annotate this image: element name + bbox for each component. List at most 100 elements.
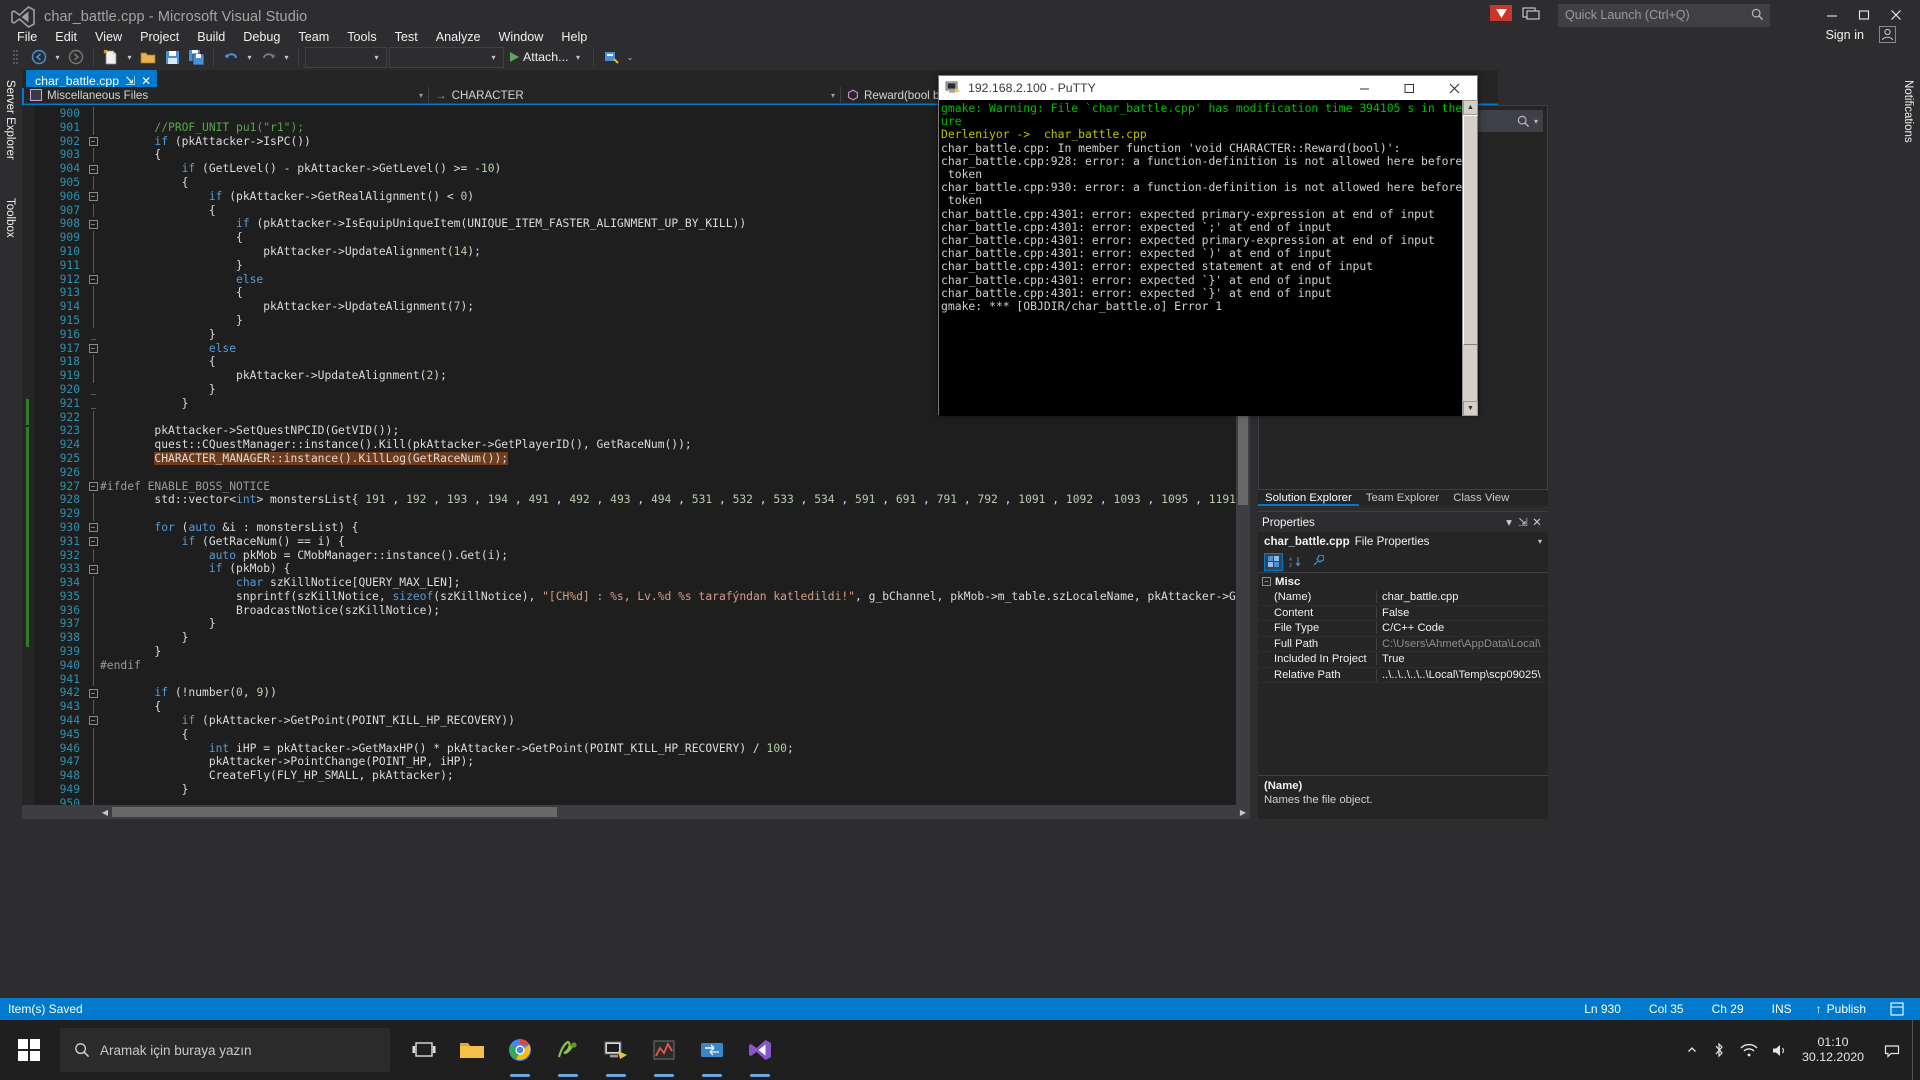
close-button[interactable] xyxy=(1880,2,1912,28)
account-icon[interactable] xyxy=(1879,26,1896,43)
fold-marker[interactable]: − xyxy=(86,535,100,549)
editor-horizontal-scrollbar-thumb[interactable] xyxy=(112,807,557,817)
new-project-button[interactable] xyxy=(100,46,122,68)
sidebar-item-notifications[interactable]: Notifications xyxy=(1898,74,1918,149)
navigate-backward-button[interactable] xyxy=(28,46,50,68)
fold-marker[interactable]: − xyxy=(86,562,100,576)
code-line[interactable]: snprintf(szKillNotice, sizeof(szKillNoti… xyxy=(100,590,1250,604)
property-value[interactable]: C:\Users\Ahmet\AppData\Local\ xyxy=(1376,637,1548,650)
solution-config-combo[interactable]: ▾ xyxy=(305,46,387,68)
code-line[interactable] xyxy=(100,507,1250,521)
fold-marker[interactable]: − xyxy=(86,714,100,728)
chevron-down-icon[interactable]: ▾ xyxy=(488,53,499,62)
navicat-icon[interactable] xyxy=(640,1020,688,1080)
file-explorer-icon[interactable] xyxy=(448,1020,496,1080)
collapse-icon[interactable]: − xyxy=(88,343,98,353)
save-button[interactable] xyxy=(161,46,183,68)
code-line[interactable]: } xyxy=(100,645,1250,659)
putty-taskbar-icon[interactable] xyxy=(592,1020,640,1080)
property-value[interactable]: False xyxy=(1376,606,1548,619)
sidebar-item-server-explorer[interactable]: Server Explorer xyxy=(0,74,20,184)
scroll-left-icon[interactable]: ◀ xyxy=(98,805,112,819)
property-value[interactable]: char_battle.cpp xyxy=(1376,591,1548,604)
pin-icon[interactable]: ⇲ xyxy=(1516,515,1530,529)
table-row[interactable]: (Name) char_battle.cpp xyxy=(1258,590,1548,606)
winscp-icon[interactable] xyxy=(688,1020,736,1080)
toolbar-overflow-icon[interactable]: ⌄ xyxy=(624,53,635,62)
new-project-dropdown-icon[interactable]: ▾ xyxy=(124,53,135,62)
redo-button[interactable] xyxy=(257,46,279,68)
scroll-up-icon[interactable]: ▲ xyxy=(1463,100,1478,115)
attach-dropdown-icon[interactable]: ▾ xyxy=(572,53,583,62)
putty-title-bar[interactable]: 192.168.2.100 - PuTTY xyxy=(939,76,1477,100)
undo-dropdown-icon[interactable]: ▾ xyxy=(244,53,255,62)
property-value[interactable]: ..\..\..\..\..\Local\Temp\scp09025\ xyxy=(1376,668,1548,681)
attach-button[interactable]: Attach... ▾ xyxy=(506,46,587,68)
properties-panel[interactable]: Properties ▾ ⇲ ✕ char_battle.cpp File Pr… xyxy=(1258,511,1548,819)
wifi-icon[interactable] xyxy=(1740,1043,1758,1058)
putty-scrollbar[interactable]: ▲ ▼ xyxy=(1462,100,1478,416)
google-chrome-icon[interactable] xyxy=(496,1020,544,1080)
tab-team-explorer[interactable]: Team Explorer xyxy=(1359,490,1446,506)
sidebar-item-toolbox[interactable]: Toolbox xyxy=(0,192,20,244)
fold-marker[interactable]: − xyxy=(86,162,100,176)
code-line[interactable]: { xyxy=(100,700,1250,714)
collapse-icon[interactable]: − xyxy=(88,716,98,726)
fold-marker[interactable]: − xyxy=(86,686,100,700)
volume-icon[interactable] xyxy=(1772,1043,1788,1058)
code-line[interactable]: pkAttacker->PointChange(POINT_HP, iHP); xyxy=(100,755,1250,769)
open-file-button[interactable] xyxy=(137,46,159,68)
code-line[interactable]: BroadcastNotice(szKillNotice); xyxy=(100,604,1250,618)
minimize-button[interactable] xyxy=(1816,2,1848,28)
putty-window[interactable]: 192.168.2.100 - PuTTY gmake: Warning: Fi… xyxy=(938,75,1478,416)
fold-marker[interactable]: − xyxy=(86,480,100,494)
navigate-forward-button[interactable] xyxy=(65,46,87,68)
code-line[interactable]: #ifdef ENABLE_BOSS_NOTICE xyxy=(100,480,1250,494)
redo-dropdown-icon[interactable]: ▾ xyxy=(281,53,292,62)
code-line[interactable] xyxy=(100,466,1250,480)
scroll-right-icon[interactable]: ▶ xyxy=(1236,805,1250,819)
code-line[interactable]: CreateFly(FLY_HP_SMALL, pkAttacker); xyxy=(100,769,1250,783)
alphabetical-sort-button[interactable]: AZ xyxy=(1286,553,1305,571)
chevron-down-icon[interactable]: ▾ xyxy=(831,91,835,100)
scroll-down-icon[interactable]: ▼ xyxy=(1463,401,1478,416)
chevron-down-icon[interactable]: ▾ xyxy=(419,91,423,100)
search-dropdown-icon[interactable]: ▾ xyxy=(1534,117,1538,126)
property-pages-button[interactable] xyxy=(1308,553,1327,571)
collapse-icon[interactable]: − xyxy=(88,192,98,202)
show-desktop-button[interactable] xyxy=(1912,1020,1920,1080)
code-folding-margin[interactable]: − − − − − − − − − − − − xyxy=(86,105,100,805)
categorized-view-button[interactable] xyxy=(1264,552,1283,571)
action-center-icon[interactable] xyxy=(1884,1043,1900,1058)
nav-project-dropdown[interactable]: Miscellaneous Files ▾ xyxy=(24,86,429,104)
navigate-backward-dropdown-icon[interactable]: ▾ xyxy=(52,53,63,62)
feedback-icon[interactable] xyxy=(1490,5,1512,21)
code-line[interactable]: if (!number(0, 9)) xyxy=(100,686,1250,700)
chevron-down-icon[interactable]: ▾ xyxy=(371,53,382,62)
editor-horizontal-scrollbar[interactable]: 99 % ◀ ▶ xyxy=(22,805,1250,819)
fold-marker[interactable]: − xyxy=(86,273,100,287)
collapse-icon[interactable]: − xyxy=(88,219,98,229)
code-line[interactable] xyxy=(100,797,1250,805)
code-line[interactable]: } xyxy=(100,783,1250,797)
publish-button[interactable]: ↑ Publish xyxy=(1806,1002,1876,1016)
collapse-icon[interactable]: − xyxy=(88,523,98,533)
tab-class-view[interactable]: Class View xyxy=(1446,490,1516,506)
tray-overflow-icon[interactable] xyxy=(1686,1044,1698,1056)
fold-marker[interactable]: − xyxy=(86,342,100,356)
start-button[interactable] xyxy=(0,1020,58,1080)
code-line[interactable]: } xyxy=(100,631,1250,645)
table-row[interactable]: Relative Path ..\..\..\..\..\Local\Temp\s… xyxy=(1258,668,1548,683)
code-line[interactable]: if (pkAttacker->GetPoint(POINT_KILL_HP_R… xyxy=(100,714,1250,728)
chevron-down-icon[interactable]: ▾ xyxy=(1502,515,1516,529)
code-line[interactable]: std::vector<int> monstersList{ 191 , 192… xyxy=(100,493,1250,507)
code-line[interactable]: pkAttacker->SetQuestNPCID(GetVID()); xyxy=(100,424,1250,438)
search-icon[interactable] xyxy=(1517,115,1530,128)
code-line[interactable]: if (pkMob) { xyxy=(100,562,1250,576)
search-icon[interactable] xyxy=(1751,8,1764,21)
collapse-icon[interactable]: − xyxy=(88,164,98,174)
chevron-down-icon[interactable]: ▾ xyxy=(1538,537,1542,546)
collapse-icon[interactable]: − xyxy=(88,537,98,547)
fold-marker[interactable]: − xyxy=(86,521,100,535)
taskbar-search-box[interactable]: Aramak için buraya yazın xyxy=(60,1028,390,1072)
